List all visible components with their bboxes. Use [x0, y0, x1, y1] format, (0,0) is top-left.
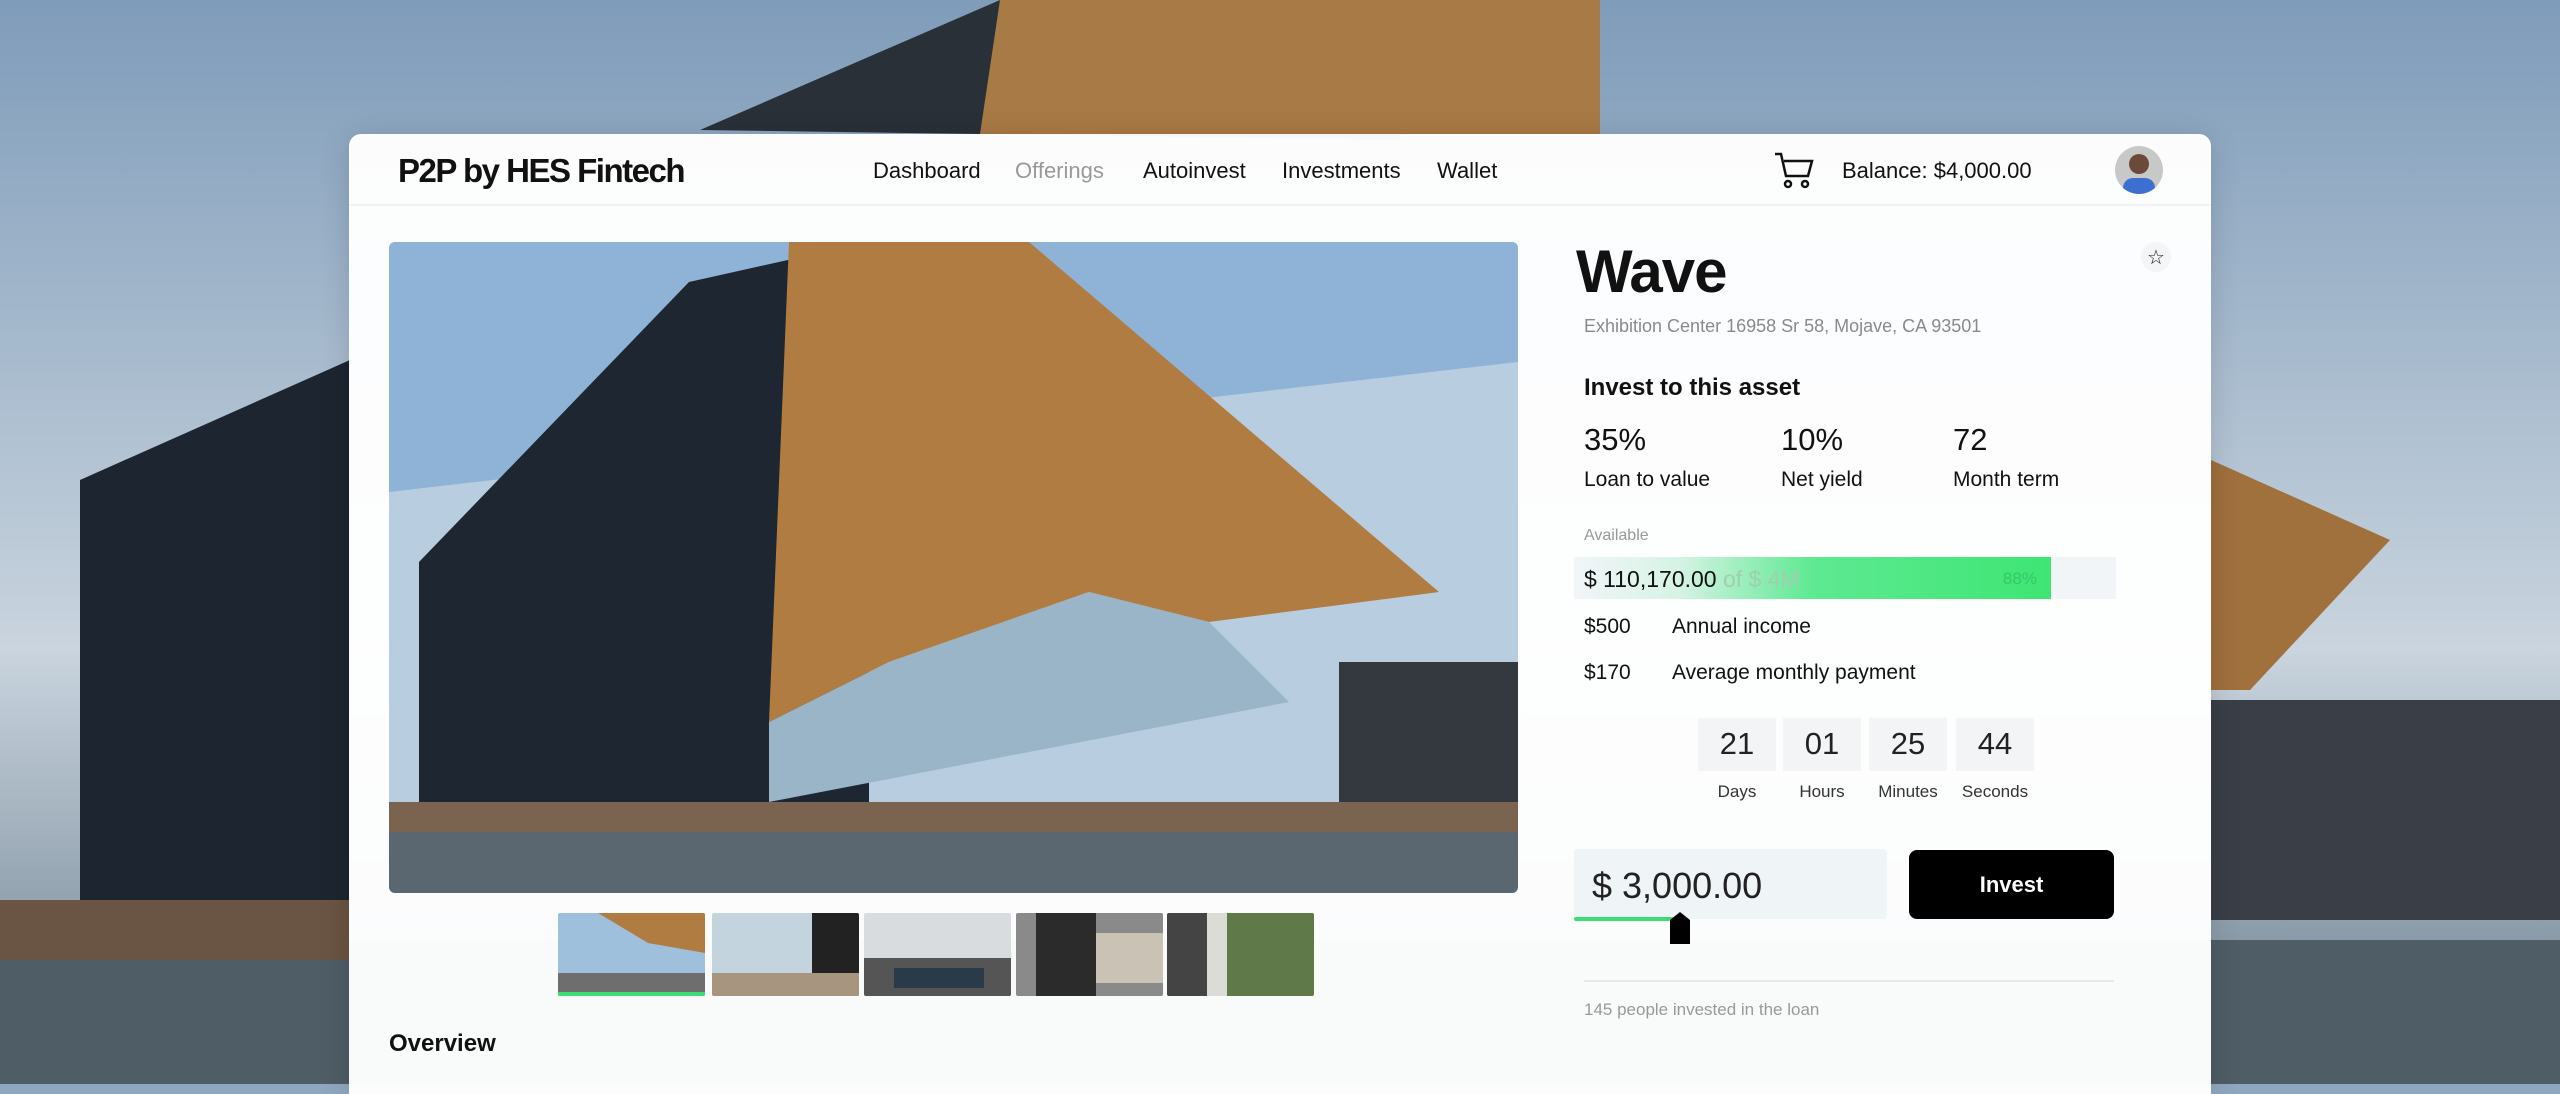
- available-value: $ 110,170.00: [1584, 566, 1717, 592]
- countdown-seconds-label: Seconds: [1961, 782, 2029, 801]
- avatar[interactable]: [2115, 146, 2163, 194]
- nav-offerings[interactable]: Offerings: [1015, 158, 1104, 184]
- asset-address: Exhibition Center 16958 Sr 58, Mojave, C…: [1584, 316, 1982, 336]
- available-amount: $ 110,170.00 of $ 4M: [1584, 566, 1800, 593]
- stat-yield-value: 10%: [1781, 422, 1844, 457]
- cart-icon[interactable]: [1773, 150, 1815, 190]
- monthly-payment-label: Average monthly payment: [1672, 661, 1916, 684]
- top-nav: P2P by HES Fintech Dashboard Offerings A…: [349, 134, 2211, 206]
- thumbnail-4[interactable]: [1016, 913, 1163, 996]
- available-total: of $ 4M: [1722, 566, 1800, 592]
- thumbnail-5[interactable]: [1167, 913, 1314, 996]
- thumbnail-3[interactable]: [864, 913, 1011, 996]
- countdown-days: 21: [1698, 718, 1776, 771]
- investor-count: 145 people invested in the loan: [1584, 1000, 1820, 1019]
- invest-heading: Invest to this asset: [1584, 374, 1801, 401]
- asset-title: Wave: [1576, 238, 1728, 305]
- stat-yield-label: Net yield: [1781, 468, 1863, 491]
- offering-card: P2P by HES Fintech Dashboard Offerings A…: [349, 134, 2211, 1094]
- annual-income-value: $500: [1584, 615, 1631, 638]
- available-label: Available: [1584, 527, 1649, 544]
- invest-amount-input[interactable]: $ 3,000.00: [1574, 849, 1887, 919]
- invest-button[interactable]: Invest: [1909, 850, 2114, 919]
- divider: [1584, 980, 2114, 982]
- thumbnail-2[interactable]: [712, 913, 859, 996]
- nav-wallet[interactable]: Wallet: [1437, 158, 1497, 184]
- main-asset-image: [389, 242, 1518, 893]
- overview-heading: Overview: [389, 1030, 496, 1057]
- stat-ltv-label: Loan to value: [1584, 468, 1711, 491]
- nav-investments[interactable]: Investments: [1282, 158, 1401, 184]
- stat-ltv-value: 35%: [1584, 422, 1647, 457]
- thumbnail-1[interactable]: [558, 913, 705, 996]
- funded-percent: 88%: [2002, 569, 2037, 588]
- countdown-hours: 01: [1783, 718, 1861, 771]
- logo[interactable]: P2P by HES Fintech: [398, 152, 685, 190]
- countdown-hours-label: Hours: [1799, 782, 1845, 801]
- stat-term-value: 72: [1953, 422, 1988, 457]
- balance: Balance: $4,000.00: [1842, 158, 2032, 183]
- monthly-payment-value: $170: [1584, 661, 1631, 684]
- countdown-days-label: Days: [1717, 782, 1757, 801]
- nav-autoinvest[interactable]: Autoinvest: [1143, 158, 1246, 184]
- countdown-minutes: 25: [1869, 718, 1947, 771]
- star-icon[interactable]: ☆: [2141, 242, 2171, 272]
- amount-slider-track[interactable]: [1574, 917, 1674, 921]
- nav-dashboard[interactable]: Dashboard: [873, 158, 981, 184]
- countdown-seconds: 44: [1956, 718, 2034, 771]
- funding-progress-bar: 88% $ 110,170.00 of $ 4M: [1574, 557, 2116, 599]
- annual-income-label: Annual income: [1672, 615, 1811, 638]
- countdown-minutes-label: Minutes: [1878, 782, 1938, 801]
- stat-term-label: Month term: [1953, 468, 2060, 491]
